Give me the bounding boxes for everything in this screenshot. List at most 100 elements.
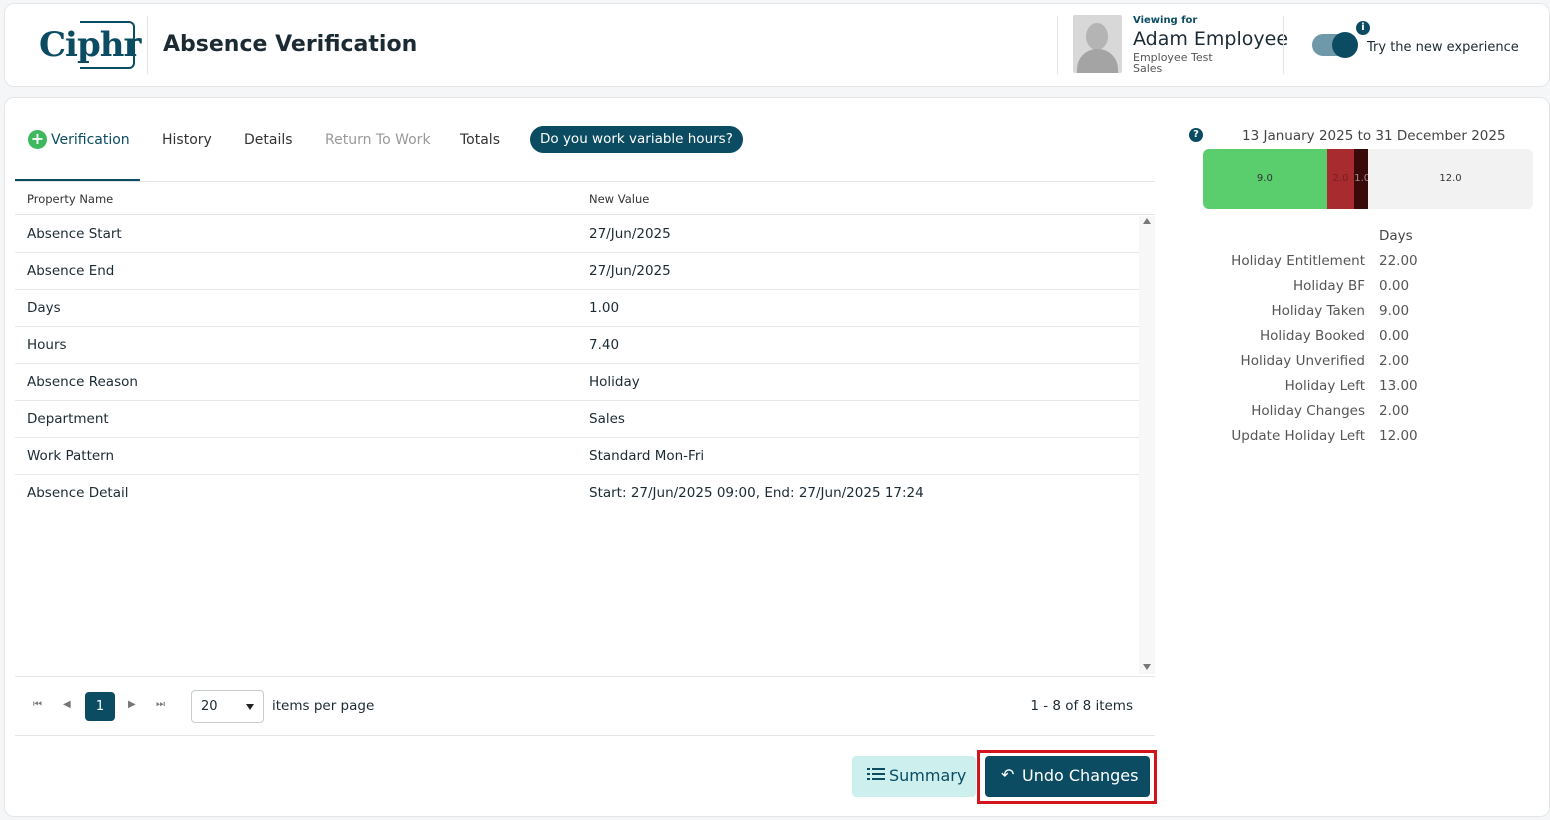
main-card: + Verification History Details Return To… — [4, 97, 1550, 817]
holiday-total-value: 0.00 — [1379, 278, 1410, 294]
holiday-total-label: Holiday BF — [1292, 278, 1365, 294]
holiday-total-label: Holiday Taken — [1271, 303, 1365, 319]
page-size-select[interactable]: 20 — [191, 690, 264, 723]
holiday-total-label: Update Holiday Left — [1231, 428, 1365, 444]
property-cell: Absence Detail — [27, 485, 129, 501]
holiday-total-value: 13.00 — [1379, 378, 1418, 394]
value-cell: Holiday — [589, 374, 640, 390]
tab-verification[interactable]: Verification — [51, 132, 130, 148]
date-range: 13 January 2025 to 31 December 2025 — [1242, 128, 1506, 144]
info-icon[interactable]: i — [1356, 21, 1370, 35]
new-experience-label: Try the new experience — [1367, 40, 1519, 55]
holiday-bar-segment: 9.0 — [1203, 149, 1327, 209]
holiday-total-value: 0.00 — [1379, 328, 1410, 344]
table-row: Absence Reason Holiday — [15, 364, 1139, 401]
property-cell: Absence Reason — [27, 374, 138, 390]
pager-info: 1 - 8 of 8 items — [1030, 698, 1133, 714]
value-cell: Start: 27/Jun/2025 09:00, End: 27/Jun/20… — [589, 485, 924, 501]
header-divider — [1283, 16, 1284, 74]
table-row: Absence End 27/Jun/2025 — [15, 253, 1139, 290]
undo-button-label: Undo Changes — [1022, 766, 1139, 785]
scroll-down-arrow-icon[interactable] — [1143, 664, 1151, 670]
holiday-total-label: Holiday Entitlement — [1231, 253, 1365, 269]
avatar-head — [1086, 23, 1108, 50]
employee-details: Employee Test Sales — [1133, 52, 1213, 74]
holiday-total-row: Holiday Booked 0.00 — [1195, 328, 1495, 353]
ciphr-logo[interactable]: Ciphr — [33, 21, 141, 73]
undo-icon: ↶ — [1001, 765, 1015, 784]
holiday-total-label: Holiday Unverified — [1240, 353, 1365, 369]
value-cell: 7.40 — [589, 337, 620, 353]
holiday-total-row: Holiday BF 0.00 — [1195, 278, 1495, 303]
toggle-knob — [1332, 32, 1358, 58]
holiday-total-label: Holiday Booked — [1259, 328, 1365, 344]
employee-department: Sales — [1133, 62, 1163, 75]
holiday-total-label: Holiday Changes — [1251, 403, 1365, 419]
table-row: Department Sales — [15, 401, 1139, 438]
holiday-total-value: 22.00 — [1379, 253, 1418, 269]
property-cell: Days — [27, 300, 61, 316]
value-cell: Standard Mon-Fri — [589, 448, 705, 464]
plus-circle-icon: + — [28, 130, 47, 149]
list-icon — [867, 768, 885, 782]
variable-hours-button[interactable]: Do you work variable hours? — [530, 126, 743, 153]
scroll-up-arrow-icon[interactable] — [1143, 218, 1151, 224]
table-row: Absence Start 27/Jun/2025 — [15, 216, 1139, 253]
header-divider — [147, 16, 148, 74]
days-column-header: Days — [1379, 228, 1413, 244]
pager: ⏮ ◀ 1 ▶ ⏭ 20 items per page 1 - 8 of 8 i… — [15, 676, 1155, 736]
value-cell: 27/Jun/2025 — [589, 263, 671, 279]
page-size-value: 20 — [201, 699, 218, 714]
property-cell: Absence End — [27, 263, 115, 279]
employee-name[interactable]: Adam Employee — [1133, 28, 1288, 50]
page-number-button[interactable]: 1 — [85, 692, 115, 721]
property-cell: Hours — [27, 337, 67, 353]
holiday-total-value: 9.00 — [1379, 303, 1410, 319]
column-header-new-value[interactable]: New Value — [589, 192, 649, 206]
holiday-total-value: 2.00 — [1379, 403, 1410, 419]
next-page-icon[interactable]: ▶ — [128, 699, 136, 710]
table-row: Absence Detail Start: 27/Jun/2025 09:00,… — [15, 475, 1139, 512]
holiday-bar-segment: 1.0 — [1354, 149, 1370, 209]
header-divider — [1057, 16, 1058, 74]
holiday-total-label: Holiday Left — [1284, 378, 1365, 394]
grid-header: Property Name New Value — [15, 182, 1155, 215]
value-cell: 1.00 — [589, 300, 620, 316]
value-cell: 27/Jun/2025 — [589, 226, 671, 242]
avatar — [1073, 15, 1122, 73]
grid-scrollbar[interactable] — [1139, 216, 1155, 674]
value-cell: Sales — [589, 411, 625, 427]
last-page-icon[interactable]: ⏭ — [156, 699, 165, 710]
logo-text: Ciphr — [39, 25, 141, 65]
table-row: Days 1.00 — [15, 290, 1139, 327]
holiday-bar-segment: 12.0 — [1368, 149, 1533, 209]
property-cell: Department — [27, 411, 109, 427]
holiday-total-row: Holiday Left 13.00 — [1195, 378, 1495, 403]
holiday-total-row: Holiday Entitlement 22.00 — [1195, 253, 1495, 278]
new-experience-toggle[interactable] — [1312, 32, 1358, 58]
app-header: Ciphr Absence Verification Viewing for A… — [4, 3, 1550, 87]
page-title: Absence Verification — [163, 32, 418, 57]
table-row: Work Pattern Standard Mon-Fri — [15, 438, 1139, 475]
holiday-bar-segment: 2.0 — [1326, 149, 1355, 209]
property-cell: Absence Start — [27, 226, 122, 242]
column-header-property[interactable]: Property Name — [27, 192, 113, 206]
grid-body: Absence Start 27/Jun/2025 Absence End 27… — [15, 216, 1139, 674]
holiday-total-row: Update Holiday Left 12.00 — [1195, 428, 1495, 453]
undo-changes-button[interactable]: ↶ Undo Changes — [985, 756, 1150, 797]
holiday-total-row: Holiday Unverified 2.00 — [1195, 353, 1495, 378]
tab-details[interactable]: Details — [244, 132, 293, 148]
previous-page-icon[interactable]: ◀ — [63, 699, 71, 710]
tab-totals[interactable]: Totals — [460, 132, 500, 148]
summary-button[interactable]: Summary — [852, 756, 976, 797]
tab-return-to-work[interactable]: Return To Work — [325, 132, 431, 148]
property-cell: Work Pattern — [27, 448, 115, 464]
holiday-total-value: 12.00 — [1379, 428, 1418, 444]
tab-history[interactable]: History — [162, 132, 212, 148]
items-per-page-label: items per page — [272, 698, 375, 714]
first-page-icon[interactable]: ⏮ — [33, 699, 42, 710]
summary-button-label: Summary — [889, 766, 967, 785]
help-icon[interactable]: ? — [1189, 128, 1203, 142]
avatar-body — [1077, 49, 1118, 73]
tab-bar: + Verification History Details Return To… — [15, 124, 1155, 182]
